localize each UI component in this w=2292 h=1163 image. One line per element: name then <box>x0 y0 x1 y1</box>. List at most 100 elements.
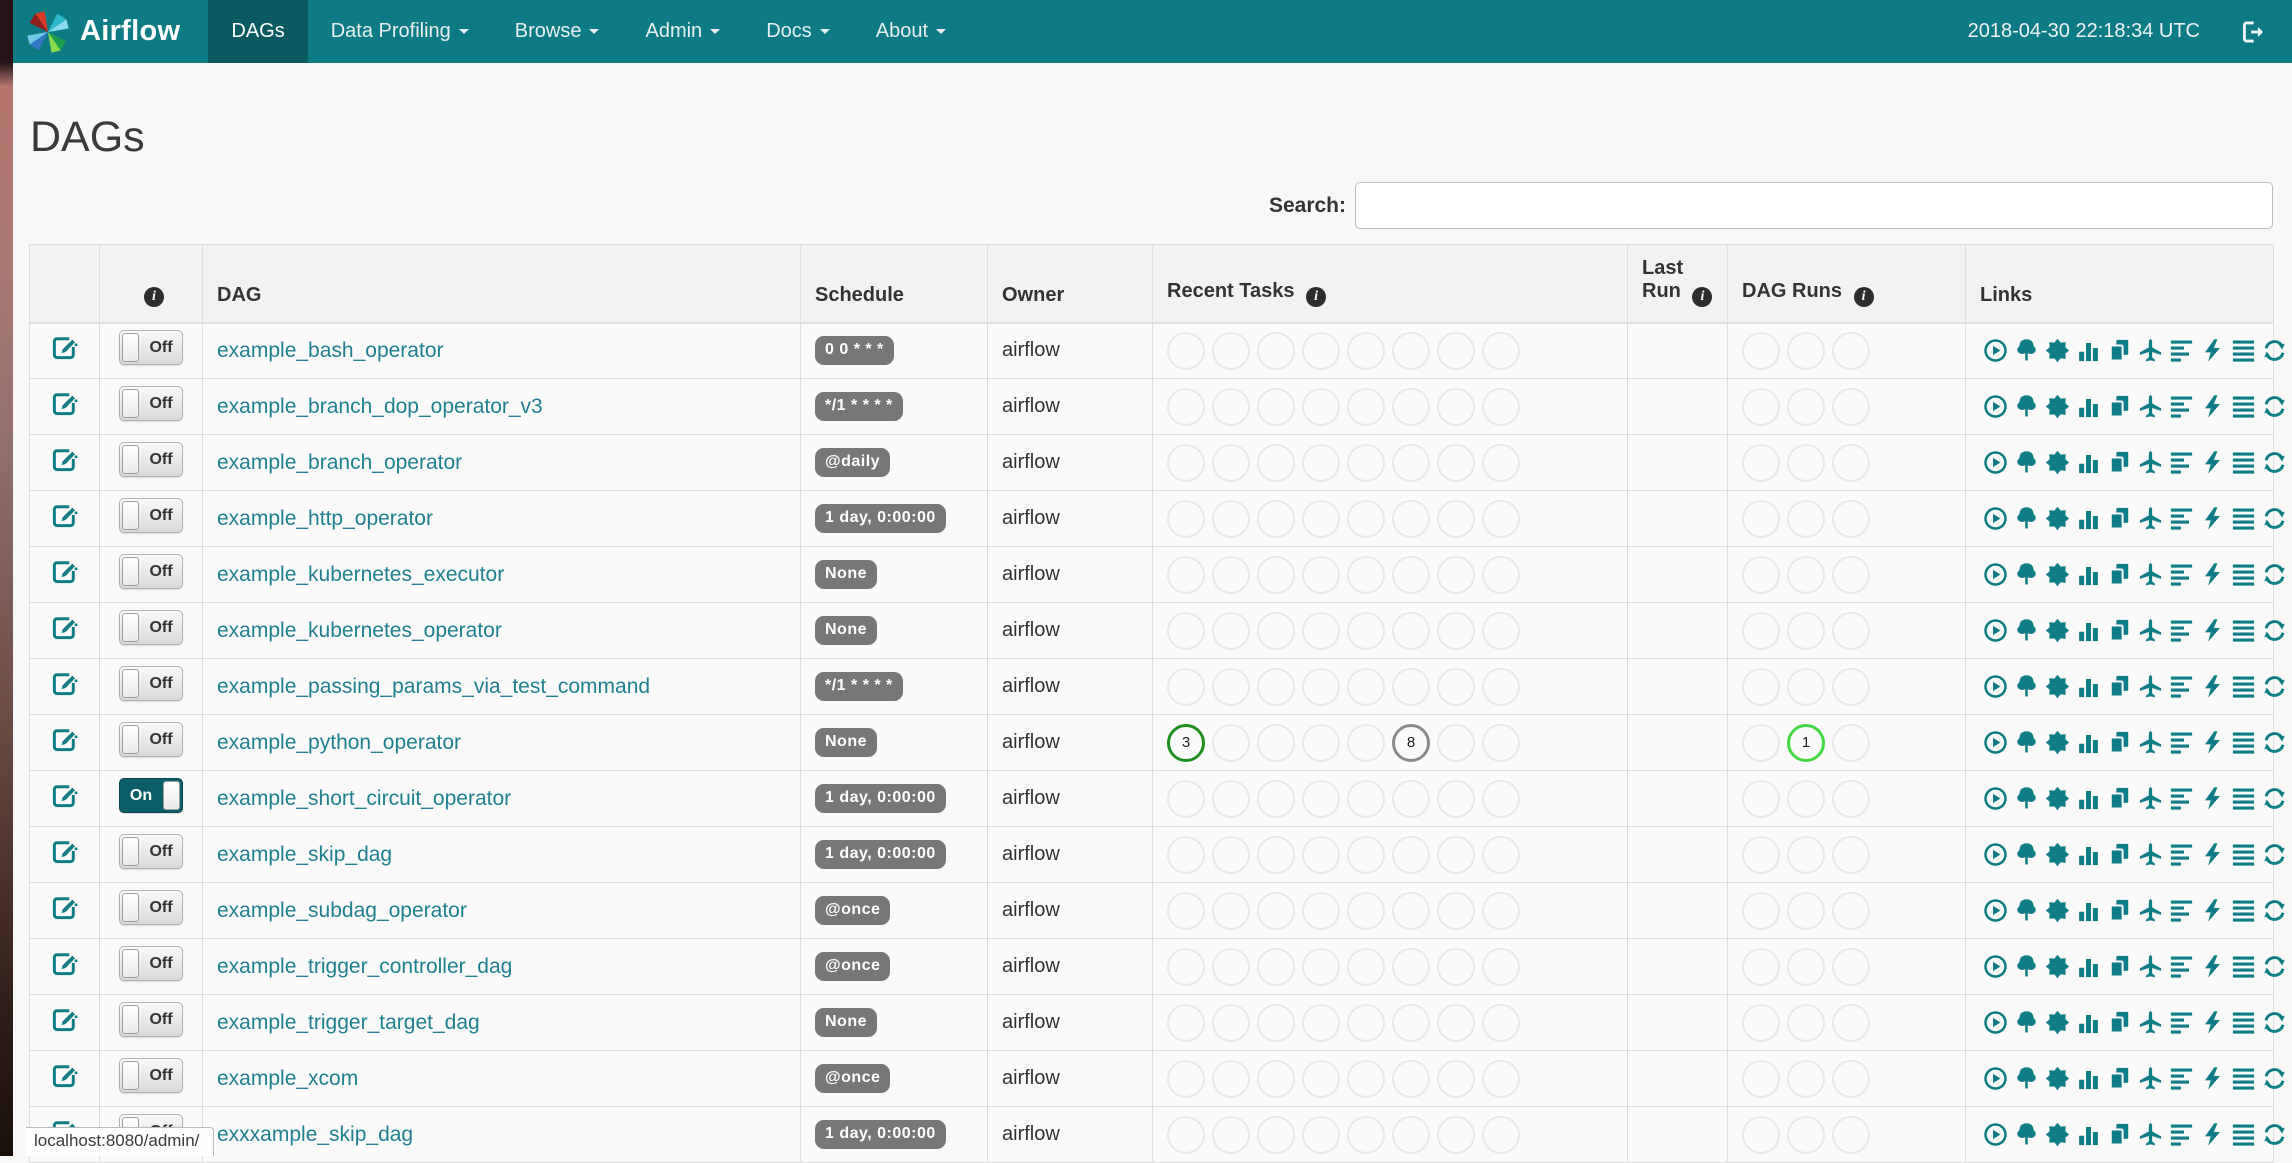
logs-button[interactable] <box>2231 898 2256 923</box>
nav-item-dags[interactable]: DAGs <box>208 0 308 63</box>
dag-link[interactable]: example_bash_operator <box>217 339 444 362</box>
graph-view-button[interactable] <box>2045 1122 2070 1147</box>
dag-link[interactable]: example_branch_dop_operator_v3 <box>217 395 543 418</box>
landing-times-button[interactable] <box>2138 1066 2163 1091</box>
trigger-dag-button[interactable] <box>1983 394 2008 419</box>
dag-pause-toggle[interactable]: On <box>119 778 183 813</box>
logs-button[interactable] <box>2231 618 2256 643</box>
graph-view-button[interactable] <box>2045 506 2070 531</box>
code-view-button[interactable] <box>2200 394 2225 419</box>
task-state-circle[interactable]: 3 <box>1167 723 1205 762</box>
gantt-button[interactable] <box>2169 450 2194 475</box>
logs-button[interactable] <box>2231 954 2256 979</box>
logs-button[interactable] <box>2231 842 2256 867</box>
trigger-dag-button[interactable] <box>1983 730 2008 755</box>
refresh-button[interactable] <box>2262 730 2287 755</box>
dag-pause-toggle[interactable]: Off <box>119 666 183 701</box>
refresh-button[interactable] <box>2262 898 2287 923</box>
code-view-button[interactable] <box>2200 506 2225 531</box>
edit-dag-button[interactable] <box>51 894 78 921</box>
dag-run-circle[interactable]: 1 <box>1787 723 1825 762</box>
tree-view-button[interactable] <box>2014 842 2039 867</box>
tree-view-button[interactable] <box>2014 618 2039 643</box>
tasks-duration-button[interactable] <box>2076 562 2101 587</box>
logs-button[interactable] <box>2231 1122 2256 1147</box>
edit-dag-button[interactable] <box>51 1062 78 1089</box>
refresh-button[interactable] <box>2262 506 2287 531</box>
refresh-button[interactable] <box>2262 562 2287 587</box>
trigger-dag-button[interactable] <box>1983 562 2008 587</box>
gantt-button[interactable] <box>2169 618 2194 643</box>
gantt-button[interactable] <box>2169 394 2194 419</box>
graph-view-button[interactable] <box>2045 338 2070 363</box>
trigger-dag-button[interactable] <box>1983 506 2008 531</box>
tasks-duration-button[interactable] <box>2076 898 2101 923</box>
code-view-button[interactable] <box>2200 338 2225 363</box>
graph-view-button[interactable] <box>2045 842 2070 867</box>
dag-pause-toggle[interactable]: Off <box>119 330 183 366</box>
landing-times-button[interactable] <box>2138 562 2163 587</box>
graph-view-button[interactable] <box>2045 786 2070 811</box>
trigger-dag-button[interactable] <box>1983 618 2008 643</box>
dag-link[interactable]: example_python_operator <box>217 731 461 754</box>
task-tries-button[interactable] <box>2107 506 2132 531</box>
airflow-brand[interactable]: Airflow <box>13 0 194 63</box>
dag-pause-toggle[interactable]: Off <box>119 1058 183 1093</box>
nav-item-about[interactable]: About <box>853 0 969 63</box>
code-view-button[interactable] <box>2200 618 2225 643</box>
graph-view-button[interactable] <box>2045 394 2070 419</box>
task-tries-button[interactable] <box>2107 338 2132 363</box>
tasks-duration-button[interactable] <box>2076 674 2101 699</box>
gantt-button[interactable] <box>2169 954 2194 979</box>
refresh-button[interactable] <box>2262 842 2287 867</box>
tasks-duration-button[interactable] <box>2076 450 2101 475</box>
trigger-dag-button[interactable] <box>1983 338 2008 363</box>
task-tries-button[interactable] <box>2107 674 2132 699</box>
task-tries-button[interactable] <box>2107 898 2132 923</box>
code-view-button[interactable] <box>2200 954 2225 979</box>
logout-button[interactable] <box>2240 19 2266 45</box>
code-view-button[interactable] <box>2200 1010 2225 1035</box>
tree-view-button[interactable] <box>2014 394 2039 419</box>
code-view-button[interactable] <box>2200 674 2225 699</box>
dag-link[interactable]: example_trigger_controller_dag <box>217 955 512 978</box>
code-view-button[interactable] <box>2200 1122 2225 1147</box>
tasks-duration-button[interactable] <box>2076 730 2101 755</box>
edit-dag-button[interactable] <box>51 950 78 977</box>
trigger-dag-button[interactable] <box>1983 786 2008 811</box>
tree-view-button[interactable] <box>2014 1122 2039 1147</box>
tree-view-button[interactable] <box>2014 506 2039 531</box>
logs-button[interactable] <box>2231 562 2256 587</box>
tree-view-button[interactable] <box>2014 562 2039 587</box>
graph-view-button[interactable] <box>2045 954 2070 979</box>
dag-link[interactable]: example_subdag_operator <box>217 899 467 922</box>
task-tries-button[interactable] <box>2107 1122 2132 1147</box>
edit-dag-button[interactable] <box>51 446 78 473</box>
graph-view-button[interactable] <box>2045 1066 2070 1091</box>
tree-view-button[interactable] <box>2014 954 2039 979</box>
tasks-duration-button[interactable] <box>2076 786 2101 811</box>
edit-dag-button[interactable] <box>51 558 78 585</box>
logs-button[interactable] <box>2231 338 2256 363</box>
code-view-button[interactable] <box>2200 562 2225 587</box>
task-state-circle[interactable]: 8 <box>1392 723 1430 762</box>
tasks-duration-button[interactable] <box>2076 506 2101 531</box>
refresh-button[interactable] <box>2262 394 2287 419</box>
landing-times-button[interactable] <box>2138 954 2163 979</box>
logs-button[interactable] <box>2231 730 2256 755</box>
trigger-dag-button[interactable] <box>1983 674 2008 699</box>
logs-button[interactable] <box>2231 450 2256 475</box>
task-tries-button[interactable] <box>2107 786 2132 811</box>
trigger-dag-button[interactable] <box>1983 1010 2008 1035</box>
refresh-button[interactable] <box>2262 1122 2287 1147</box>
nav-item-data-profiling[interactable]: Data Profiling <box>308 0 492 63</box>
tasks-duration-button[interactable] <box>2076 394 2101 419</box>
tree-view-button[interactable] <box>2014 1066 2039 1091</box>
refresh-button[interactable] <box>2262 1010 2287 1035</box>
tasks-duration-button[interactable] <box>2076 1010 2101 1035</box>
landing-times-button[interactable] <box>2138 898 2163 923</box>
edit-dag-button[interactable] <box>51 334 78 361</box>
refresh-button[interactable] <box>2262 786 2287 811</box>
gantt-button[interactable] <box>2169 1010 2194 1035</box>
dag-pause-toggle[interactable]: Off <box>119 946 183 981</box>
